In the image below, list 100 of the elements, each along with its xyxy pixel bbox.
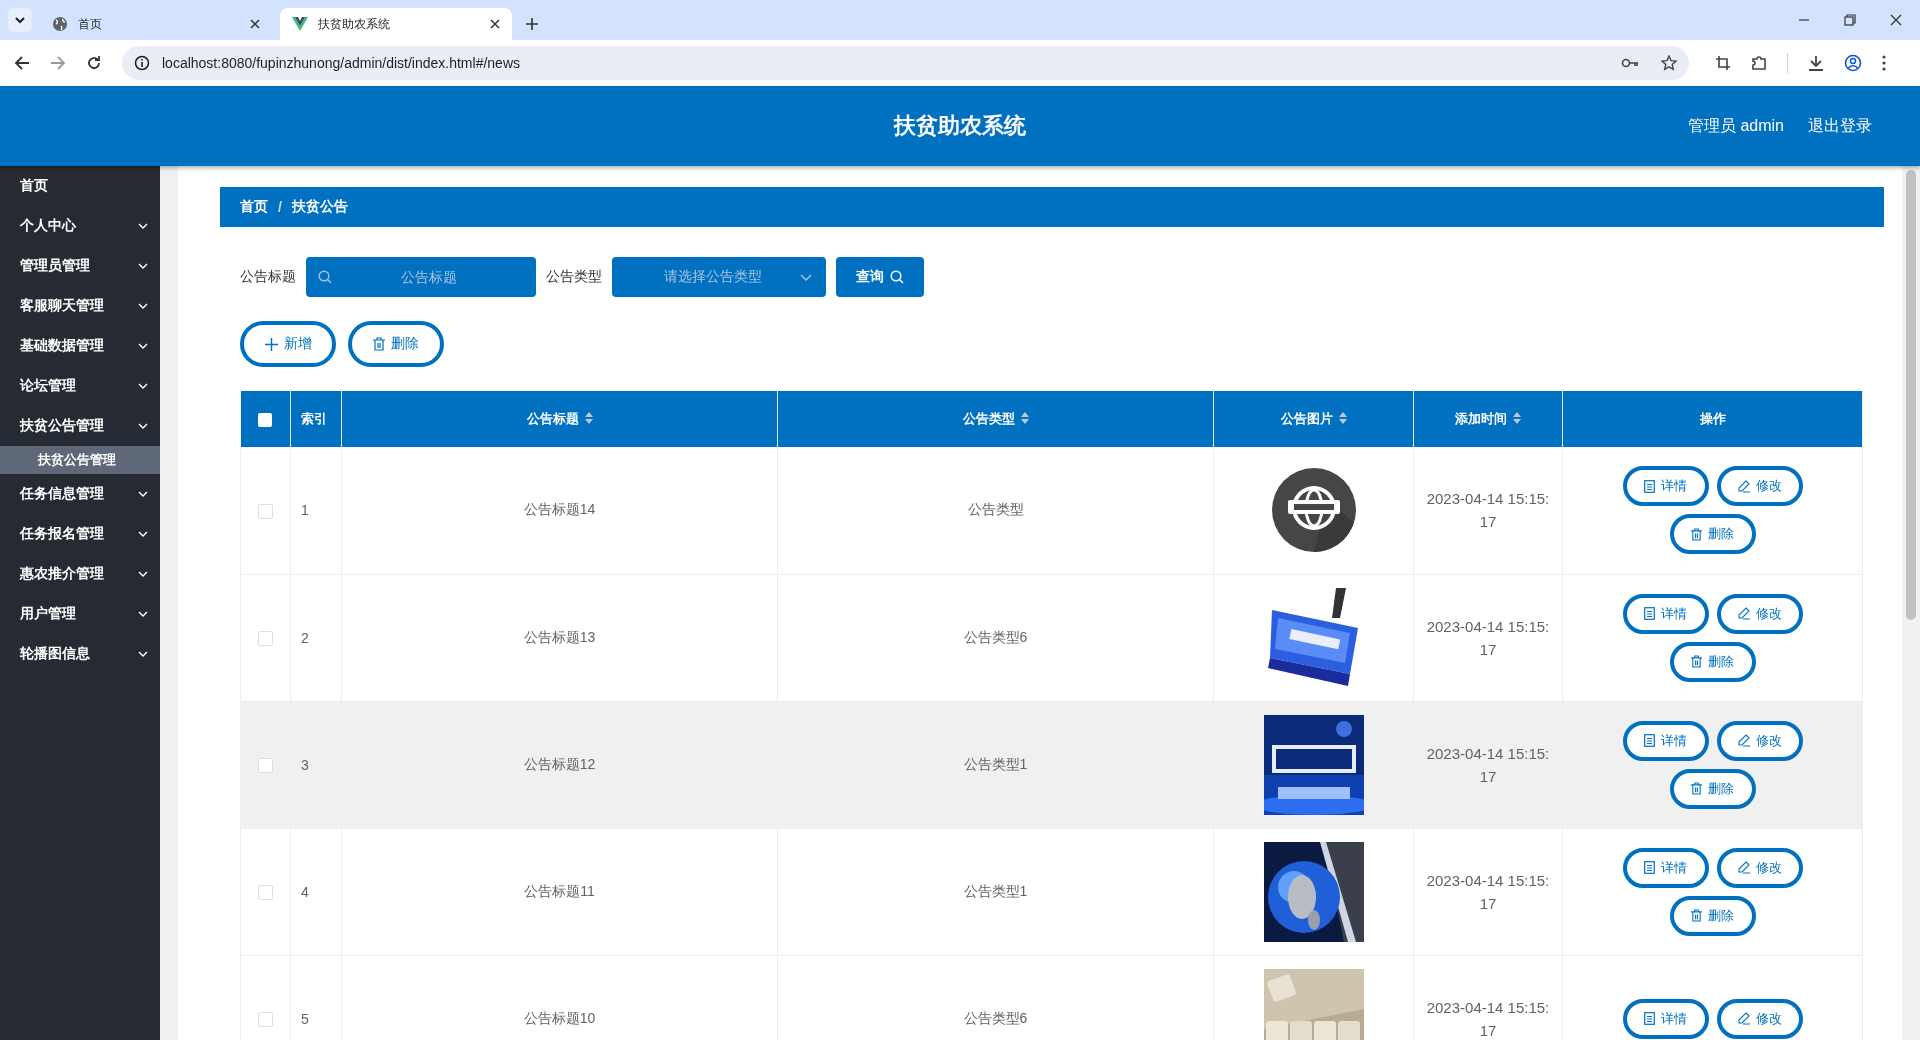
sidebar-item[interactable]: 管理员管理 — [0, 246, 160, 286]
star-icon[interactable] — [1661, 55, 1677, 71]
edit-button[interactable]: 修改 — [1716, 593, 1803, 634]
sidebar-item[interactable]: 客服聊天管理 — [0, 286, 160, 326]
delete-button[interactable]: 删除 — [1669, 514, 1756, 555]
index-cell: 5 — [301, 1010, 309, 1027]
column-header[interactable]: 公告类型 — [777, 391, 1214, 447]
close-icon[interactable] — [1890, 14, 1902, 26]
add-button[interactable]: 新增 — [240, 321, 336, 367]
column-header[interactable]: 操作 — [1562, 391, 1863, 447]
sidebar-item[interactable]: 扶贫公告管理 — [0, 406, 160, 446]
table-row[interactable]: 2 公告标题13 公告类型6 2023-04-14 15:15:17 详情 修改 删除 — [240, 574, 1863, 701]
sort-icon[interactable] — [1513, 412, 1521, 424]
index-cell: 1 — [301, 502, 309, 519]
caret-icon — [14, 14, 26, 26]
browser-tab[interactable]: 扶贫助农系统 — [280, 8, 512, 40]
sidebar-subitem[interactable]: 扶贫公告管理 — [0, 446, 160, 474]
delete-button[interactable]: 删除 — [348, 321, 444, 367]
title-cell: 公告标题12 — [523, 755, 596, 772]
trash-icon — [1691, 909, 1702, 922]
document-icon — [1644, 479, 1655, 493]
breadcrumb-link[interactable]: 首页 — [240, 198, 268, 216]
detail-button[interactable]: 详情 — [1622, 466, 1709, 507]
crop-icon[interactable] — [1715, 55, 1731, 71]
key-icon[interactable] — [1621, 57, 1639, 69]
type-cell: 公告类型1 — [963, 755, 1028, 772]
query-button[interactable]: 查询 — [836, 257, 924, 297]
time-cell-text: 2023-04-14 15:15:17 — [1426, 997, 1550, 1040]
index-cell: 4 — [301, 883, 309, 900]
sort-icon[interactable] — [584, 412, 593, 424]
document-icon — [1644, 1012, 1655, 1025]
back-icon[interactable] — [14, 55, 30, 71]
time-cell-text: 2023-04-14 15:15:17 — [1426, 870, 1550, 914]
pencil-icon — [1737, 861, 1750, 874]
row-checkbox[interactable] — [258, 1011, 273, 1027]
edit-button[interactable]: 修改 — [1716, 998, 1803, 1039]
table-row[interactable]: 4 公告标题11 公告类型1 2023-04-14 15:15:17 详情 修改 删除 — [240, 828, 1863, 955]
sidebar-item[interactable]: 基础数据管理 — [0, 326, 160, 366]
profile-icon[interactable] — [1844, 54, 1862, 72]
menu-icon[interactable] — [1882, 55, 1886, 71]
info-icon[interactable] — [134, 55, 150, 71]
row-checkbox[interactable] — [258, 757, 273, 773]
sidebar-item[interactable]: 任务报名管理 — [0, 514, 160, 554]
forward-icon[interactable] — [50, 55, 66, 71]
delete-button[interactable]: 删除 — [1669, 768, 1756, 809]
sidebar-item[interactable]: 首页 — [0, 166, 160, 206]
time-cell-text: 2023-04-14 15:15:17 — [1426, 489, 1550, 533]
index-cell: 2 — [301, 629, 309, 646]
restore-icon[interactable] — [1844, 14, 1856, 26]
scrollbar[interactable] — [1902, 166, 1920, 1040]
address-bar[interactable]: localhost:8080/fupinzhunong/admin/dist/index.html#/news — [122, 46, 1689, 80]
url-text: localhost:8080/fupinzhunong/admin/dist/index.html#/news — [162, 55, 520, 71]
edit-button[interactable]: 修改 — [1716, 720, 1803, 761]
download-icon[interactable] — [1808, 55, 1824, 71]
chevron-icon — [138, 423, 148, 429]
sidebar-item[interactable]: 论坛管理 — [0, 366, 160, 406]
column-header[interactable]: 索引 — [290, 391, 342, 447]
browser-tab[interactable]: 首页 — [40, 8, 272, 40]
select-all-checkbox[interactable] — [258, 412, 273, 427]
sidebar-item[interactable]: 惠农推介管理 — [0, 554, 160, 594]
table-row[interactable]: 3 公告标题12 公告类型1 2023-04-14 15:15:17 详情 修改 删除 — [240, 701, 1863, 828]
puzzle-icon[interactable] — [1751, 55, 1767, 71]
sort-icon[interactable] — [1020, 412, 1029, 424]
sidebar-item[interactable]: 个人中心 — [0, 206, 160, 246]
detail-button[interactable]: 详情 — [1622, 998, 1709, 1039]
row-checkbox[interactable] — [258, 630, 273, 646]
tab-list-button[interactable] — [8, 8, 32, 32]
edit-button[interactable]: 修改 — [1716, 847, 1803, 888]
detail-button[interactable]: 详情 — [1622, 847, 1709, 888]
chevron-icon — [138, 263, 148, 269]
delete-button[interactable]: 删除 — [1669, 895, 1756, 936]
trash-icon — [1691, 527, 1702, 541]
reload-icon[interactable] — [86, 55, 102, 71]
column-header[interactable]: 公告图片 — [1213, 391, 1414, 447]
type-select[interactable]: 请选择公告类型 — [612, 257, 826, 297]
detail-button[interactable]: 详情 — [1622, 593, 1709, 634]
detail-button[interactable]: 详情 — [1622, 720, 1709, 761]
sidebar-item[interactable]: 用户管理 — [0, 594, 160, 634]
title-cell: 公告标题10 — [523, 1009, 596, 1026]
pencil-icon — [1737, 1012, 1750, 1025]
close-icon[interactable] — [250, 19, 260, 29]
edit-button[interactable]: 修改 — [1716, 466, 1803, 507]
sort-icon[interactable] — [1338, 412, 1347, 424]
logout-link[interactable]: 退出登录 — [1808, 115, 1872, 137]
table-row[interactable]: 5 公告标题10 公告类型6 2023-04-14 15:15:17 详情 修改 — [240, 955, 1863, 1040]
search-field[interactable]: 公告标题 — [306, 257, 536, 297]
pencil-icon — [1737, 734, 1750, 747]
sidebar-item[interactable]: 轮播图信息 — [0, 634, 160, 674]
scrollbar-thumb[interactable] — [1906, 170, 1916, 620]
column-header[interactable]: 添加时间 — [1413, 391, 1563, 447]
new-tab-icon[interactable] — [526, 18, 538, 30]
sidebar-item[interactable]: 任务信息管理 — [0, 474, 160, 514]
trash-icon — [1691, 782, 1702, 795]
breadcrumb-link[interactable]: 扶贫公告 — [291, 198, 348, 216]
delete-button[interactable]: 删除 — [1669, 641, 1756, 682]
row-checkbox[interactable] — [258, 503, 273, 519]
column-header[interactable]: 公告标题 — [341, 391, 778, 447]
row-checkbox[interactable] — [258, 884, 273, 900]
table-row[interactable]: 1 公告标题14 公告类型 2023-04-14 15:15:17 详情 修改 删除 — [240, 447, 1863, 574]
close-icon[interactable] — [490, 19, 500, 29]
